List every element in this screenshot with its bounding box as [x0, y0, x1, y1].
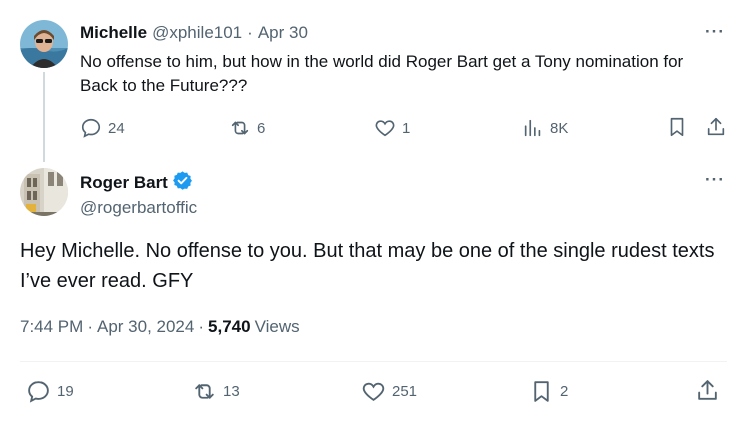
main-reply-count: 19 [57, 383, 74, 400]
avatar-michelle[interactable] [20, 20, 68, 68]
reply-heart-icon [374, 117, 396, 139]
reply-repost-count: 6 [257, 119, 266, 137]
reply-more-icon[interactable]: ··· [705, 22, 725, 42]
main-like-button[interactable]: 251 [361, 379, 417, 404]
verified-badge-icon [172, 170, 193, 196]
reply-comment-icon [80, 117, 102, 139]
reply-repost-icon [229, 117, 251, 139]
main-heart-icon [361, 379, 386, 404]
divider-top [20, 361, 727, 362]
main-repost-count: 13 [223, 383, 240, 400]
reply-author-handle[interactable]: @xphile101 [152, 23, 242, 43]
main-views-count: 5,740 [208, 317, 251, 336]
main-author-handle[interactable]: @rogerbartoffic [80, 198, 197, 218]
main-time[interactable]: 7:44 PM [20, 317, 83, 337]
main-author-name[interactable]: Roger Bart [80, 173, 168, 193]
reply-bookmark-icon [666, 116, 688, 138]
main-bookmark-count: 2 [560, 383, 569, 400]
reply-share-icon [705, 116, 727, 138]
main-share-icon [695, 378, 720, 403]
reply-date[interactable]: Apr 30 [258, 23, 308, 43]
main-repost-icon [192, 379, 217, 404]
main-reply-button[interactable]: 19 [26, 379, 74, 404]
reply-views-button[interactable]: 8K [522, 117, 568, 139]
reply-header: Michelle @xphile101 · Apr 30 [80, 23, 308, 43]
reply-text: No offense to him, but how in the world … [80, 52, 684, 95]
reply-separator: · [247, 23, 253, 42]
reply-views-icon [522, 117, 544, 139]
main-like-count: 251 [392, 383, 418, 400]
meta-separator-2: · [198, 317, 205, 336]
avatar-roger-bart[interactable] [20, 168, 68, 216]
main-comment-icon [26, 379, 51, 404]
reply-bookmark-button[interactable] [666, 116, 688, 138]
main-more-icon[interactable]: ··· [705, 170, 725, 190]
main-date[interactable]: Apr 30, 2024 [97, 317, 194, 337]
thread-connector-line [43, 72, 45, 162]
main-tweet-text: Hey Michelle. No offense to you. But tha… [20, 240, 715, 292]
reply-like-button[interactable]: 1 [374, 117, 410, 139]
main-share-button[interactable] [695, 378, 720, 403]
main-bookmark-button[interactable]: 2 [529, 379, 568, 404]
meta-separator: · [87, 317, 93, 336]
reply-like-count: 1 [402, 119, 411, 137]
main-meta: 7:44 PM · Apr 30, 2024 · 5,740 Views [20, 317, 300, 337]
main-bookmark-icon [529, 379, 554, 404]
reply-views-count: 8K [550, 119, 569, 137]
reply-reply-button[interactable]: 24 [80, 117, 125, 139]
reply-reply-count: 24 [108, 119, 125, 137]
main-repost-button[interactable]: 13 [192, 379, 240, 404]
reply-repost-button[interactable]: 6 [229, 117, 265, 139]
reply-author-name[interactable]: Michelle [80, 23, 147, 43]
main-views-label: Views [254, 317, 300, 336]
main-author-block: Roger Bart @rogerbartoffic [80, 170, 197, 218]
reply-share-button[interactable] [705, 116, 727, 138]
